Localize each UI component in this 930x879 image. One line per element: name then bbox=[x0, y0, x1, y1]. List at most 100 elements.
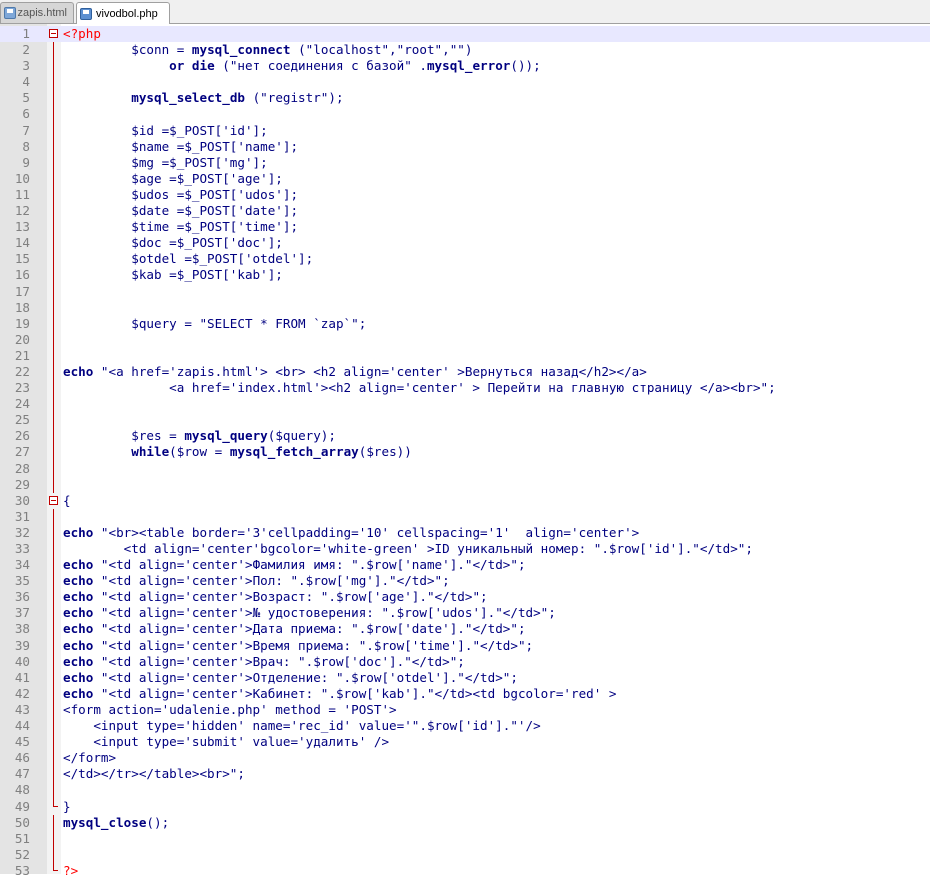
code-line[interactable]: 3 or die ("нет соединения с базой" .mysq… bbox=[0, 58, 930, 75]
code-text[interactable]: echo "<td align='center'>Фамилия имя: ".… bbox=[63, 557, 526, 573]
code-text[interactable]: <?php bbox=[63, 26, 101, 42]
code-text[interactable]: while($row = mysql_fetch_array($res)) bbox=[63, 444, 412, 460]
code-line[interactable]: 35 echo "<td align='center'>Пол: ".$row['… bbox=[0, 573, 930, 590]
code-line[interactable]: 51 bbox=[0, 830, 930, 847]
code-line[interactable]: 34 echo "<td align='center'>Фамилия имя: … bbox=[0, 557, 930, 574]
code-text[interactable]: $doc =$_POST['doc']; bbox=[63, 235, 283, 251]
code-line[interactable]: 9 $mg =$_POST['mg']; bbox=[0, 154, 930, 171]
code-line[interactable]: 14 $doc =$_POST['doc']; bbox=[0, 235, 930, 252]
code-text[interactable]: ?> bbox=[63, 863, 78, 879]
code-text[interactable]: echo "<td align='center'>Врач: ".$row['d… bbox=[63, 654, 465, 670]
code-text[interactable]: </td></tr></table><br>"; bbox=[63, 766, 245, 782]
code-line[interactable]: 36 echo "<td align='center'>Возраст: ".$r… bbox=[0, 589, 930, 606]
code-line[interactable]: 48 bbox=[0, 782, 930, 799]
code-line[interactable]: 5 mysql_select_db ("registr"); bbox=[0, 90, 930, 107]
code-text[interactable]: echo "<td align='center'>Возраст: ".$row… bbox=[63, 589, 488, 605]
fold-line-icon bbox=[49, 734, 58, 751]
code-line[interactable]: 33 <td align='center'bgcolor='white-gree… bbox=[0, 541, 930, 558]
code-text[interactable]: $kab =$_POST['kab']; bbox=[63, 267, 283, 283]
code-line[interactable]: 53 ?> bbox=[0, 862, 930, 879]
fold-toggle-icon[interactable] bbox=[49, 495, 58, 505]
code-text[interactable]: $otdel =$_POST['otdel']; bbox=[63, 251, 313, 267]
code-line[interactable]: 4 bbox=[0, 74, 930, 91]
code-line[interactable]: 21 bbox=[0, 347, 930, 364]
code-line[interactable]: 1 <?php bbox=[0, 26, 930, 43]
code-text[interactable]: echo "<br><table border='3'cellpadding='… bbox=[63, 525, 639, 541]
code-line[interactable]: 37 echo "<td align='center'>№ удостоверен… bbox=[0, 605, 930, 622]
code-line[interactable]: 25 bbox=[0, 412, 930, 429]
code-line[interactable]: 49} bbox=[0, 798, 930, 815]
code-line[interactable]: 31 bbox=[0, 508, 930, 525]
code-text[interactable]: { bbox=[63, 493, 71, 509]
code-text[interactable]: $name =$_POST['name']; bbox=[63, 139, 298, 155]
code-text[interactable]: mysql_close(); bbox=[63, 815, 169, 831]
line-number: 19 bbox=[14, 315, 30, 331]
code-line[interactable]: 46 </form> bbox=[0, 750, 930, 767]
code-line[interactable]: 32 echo "<br><table border='3'cellpadding… bbox=[0, 524, 930, 542]
code-text[interactable]: $mg =$_POST['mg']; bbox=[63, 155, 267, 171]
code-line[interactable]: 15 $otdel =$_POST['otdel']; bbox=[0, 251, 930, 268]
code-text[interactable]: <input type='hidden' name='rec_id' value… bbox=[63, 718, 540, 734]
code-line[interactable]: 12 $date =$_POST['date']; bbox=[0, 203, 930, 220]
code-text[interactable]: or die ("нет соединения с базой" .mysql_… bbox=[63, 58, 541, 74]
code-line[interactable]: 30 { bbox=[0, 493, 930, 509]
code-line[interactable]: 29 bbox=[0, 476, 930, 493]
code-line[interactable]: 47 </td></tr></table><br>"; bbox=[0, 766, 930, 783]
code-text[interactable]: $id =$_POST['id']; bbox=[63, 123, 267, 139]
tab-zapis-html[interactable]: zapis.html bbox=[0, 2, 74, 23]
code-text[interactable]: </form> bbox=[63, 750, 116, 766]
code-line[interactable]: 50 mysql_close(); bbox=[0, 814, 930, 831]
code-line[interactable]: 38 echo "<td align='center'>Дата приема: … bbox=[0, 621, 930, 638]
code-line[interactable]: 24 bbox=[0, 396, 930, 413]
code-line[interactable]: 41 echo "<td align='center'>Отделение: ".… bbox=[0, 669, 930, 686]
code-text[interactable]: $date =$_POST['date']; bbox=[63, 203, 298, 219]
code-text[interactable]: <form action='udalenie.php' method = 'PO… bbox=[63, 702, 397, 718]
code-text[interactable]: echo "<td align='center'>№ удостоверения… bbox=[63, 605, 556, 621]
code-text[interactable]: echo "<td align='center'>Пол: ".$row['mg… bbox=[63, 573, 450, 589]
code-line[interactable]: 2 $conn = mysql_connect ("localhost","ro… bbox=[0, 42, 930, 59]
code-line[interactable]: 8 $name =$_POST['name']; bbox=[0, 138, 930, 155]
code-text[interactable]: echo "<td align='center'>Отделение: ".$r… bbox=[63, 670, 518, 686]
code-line[interactable]: 23 <a href='index.html'><h2 align='cente… bbox=[0, 380, 930, 397]
code-line[interactable]: 27 while($row = mysql_fetch_array($res)) bbox=[0, 444, 930, 461]
code-line[interactable]: 13 $time =$_POST['time']; bbox=[0, 219, 930, 236]
code-line[interactable]: 40 echo "<td align='center'>Врач: ".$row[… bbox=[0, 653, 930, 670]
code-text[interactable]: $res = mysql_query($query); bbox=[63, 428, 336, 444]
code-line[interactable]: 22 echo "<a href='zapis.html'> <br> <h2 a… bbox=[0, 363, 930, 381]
code-line[interactable]: 45 <input type='submit' value='удалить' … bbox=[0, 734, 930, 751]
code-text[interactable]: mysql_select_db ("registr"); bbox=[63, 90, 343, 106]
code-text[interactable]: $time =$_POST['time']; bbox=[63, 219, 298, 235]
code-line[interactable]: 39 echo "<td align='center'>Время приема:… bbox=[0, 637, 930, 654]
fold-toggle-icon[interactable] bbox=[49, 29, 58, 38]
code-text[interactable]: echo "<a href='zapis.html'> <br> <h2 ali… bbox=[63, 364, 647, 380]
code-text[interactable]: $conn = mysql_connect ("localhost","root… bbox=[63, 42, 472, 58]
code-line[interactable]: 20 bbox=[0, 331, 930, 348]
code-text[interactable]: <td align='center'bgcolor='white-green' … bbox=[63, 541, 753, 557]
code-line[interactable]: 43 <form action='udalenie.php' method = '… bbox=[0, 701, 930, 719]
code-text[interactable]: echo "<td align='center'>Время приема: "… bbox=[63, 638, 533, 654]
code-lines[interactable]: 1 <?php 2 $conn = mysql_connect ("localhos… bbox=[0, 26, 930, 879]
code-line[interactable]: 16 $kab =$_POST['kab']; bbox=[0, 267, 930, 284]
code-line[interactable]: 18 bbox=[0, 299, 930, 316]
code-line[interactable]: 17 bbox=[0, 283, 930, 300]
tab-vivodbol-php[interactable]: vivodbol.php bbox=[76, 2, 170, 24]
code-line[interactable]: 19 $query = "SELECT * FROM `zap`"; bbox=[0, 315, 930, 332]
code-line[interactable]: 44 <input type='hidden' name='rec_id' va… bbox=[0, 718, 930, 735]
code-line[interactable]: 42 echo "<td align='center'>Кабинет: ".$r… bbox=[0, 685, 930, 702]
code-text[interactable]: $query = "SELECT * FROM `zap`"; bbox=[63, 316, 366, 332]
code-text[interactable]: } bbox=[63, 799, 71, 815]
code-text[interactable]: echo "<td align='center'>Кабинет: ".$row… bbox=[63, 686, 617, 702]
code-text[interactable]: echo "<td align='center'>Дата приема: ".… bbox=[63, 621, 526, 637]
code-line[interactable]: 11 $udos =$_POST['udos']; bbox=[0, 186, 930, 204]
code-line[interactable]: 28 bbox=[0, 460, 930, 477]
code-text[interactable]: <a href='index.html'><h2 align='center' … bbox=[63, 380, 776, 396]
code-line[interactable]: 7 $id =$_POST['id']; bbox=[0, 122, 930, 139]
code-line[interactable]: 52 bbox=[0, 846, 930, 863]
code-line[interactable]: 26 $res = mysql_query($query); bbox=[0, 428, 930, 445]
code-text[interactable]: $udos =$_POST['udos']; bbox=[63, 187, 298, 203]
code-line[interactable]: 6 bbox=[0, 106, 930, 123]
code-line[interactable]: 10 $age =$_POST['age']; bbox=[0, 170, 930, 187]
code-editor[interactable]: 1 <?php 2 $conn = mysql_connect ("localhos… bbox=[0, 24, 930, 878]
code-text[interactable]: <input type='submit' value='удалить' /> bbox=[63, 734, 389, 750]
code-text[interactable]: $age =$_POST['age']; bbox=[63, 171, 283, 187]
